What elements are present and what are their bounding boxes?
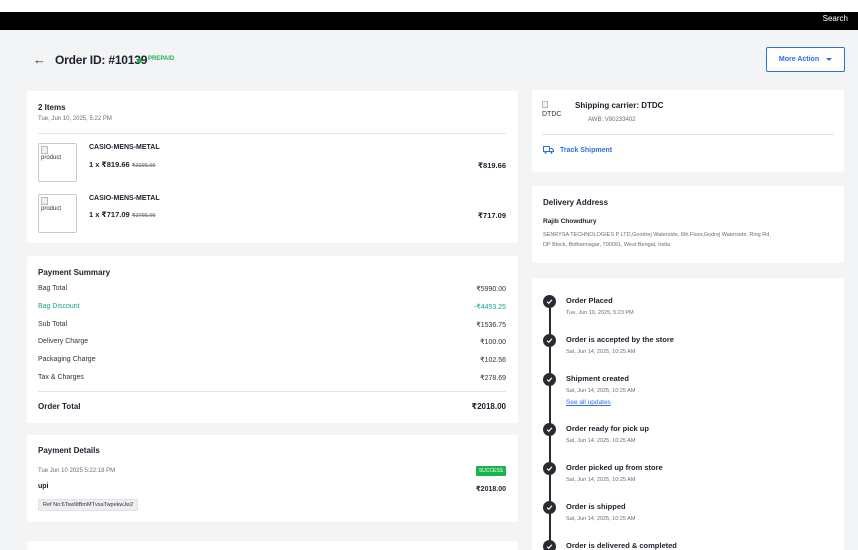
next-card (27, 541, 518, 550)
timeline-step-time: Sat, Jun 14, 2025, 10:25 AM (566, 516, 636, 522)
check-icon (543, 373, 556, 386)
product-mrp: ₹3195.00 (131, 163, 156, 169)
timeline-step-title: Order is shipped (566, 502, 626, 511)
address-line-1: SENRYSA TECHNOLOGIES P LTD,Goodrej Water… (543, 232, 771, 238)
product-total: ₹819.66 (477, 161, 506, 170)
divider (38, 133, 506, 134)
summary-row-value: ₹5990.00 (476, 286, 506, 293)
back-arrow-icon[interactable]: ← (33, 52, 46, 67)
truck-icon (543, 146, 554, 154)
summary-row-label: Sub Total (38, 321, 68, 328)
prepaid-dot-icon (137, 58, 142, 63)
top-bar: Search (0, 12, 858, 30)
timeline-step-title: Order Placed (566, 296, 613, 305)
payment-status-badge: PREPAID (148, 56, 175, 62)
product-image: product (38, 143, 77, 182)
product-total: ₹717.09 (477, 211, 506, 220)
awb-number: AWB: V80233402 (588, 117, 636, 123)
search-link[interactable]: Search (823, 14, 848, 23)
product-qty-price: 1 x ₹717.09 ₹2795.00 (89, 210, 155, 219)
timeline-step-time: Tue, Jun 10, 2025, 5:23 PM (566, 310, 634, 316)
check-icon (543, 295, 556, 308)
shipping-card: DTDC Shipping carrier: DTDC AWB: V802334… (532, 90, 844, 172)
payment-status-badge: SUCCESS (475, 466, 506, 476)
timeline-step-time: Sat, Jun 14, 2025, 10:25 AM (566, 388, 636, 394)
payment-details-title: Payment Details (38, 446, 100, 455)
carrier-logo: DTDC (542, 101, 566, 123)
product-image-alt: product (41, 206, 62, 212)
timeline-step-title: Order is delivered & completed (566, 541, 677, 550)
timeline-step-title: Order ready for pick up (566, 424, 649, 433)
broken-image-icon (41, 197, 48, 205)
payment-amount: ₹2018.00 (475, 486, 506, 493)
divider (38, 391, 506, 392)
summary-row-label-discount: Bag Discount (38, 303, 80, 310)
timeline-step-time: Sat, Jun 14, 2025, 10:25 AM (566, 438, 636, 444)
timeline-step-title: Shipment created (566, 374, 629, 383)
timeline-step-time: Sat, Jun 14, 2025, 10:25 AM (566, 349, 636, 355)
summary-row-value: ₹102.56 (480, 357, 506, 364)
items-card: 2 Items Tue, Jun 10, 2025, 5:22 PM produ… (27, 91, 518, 243)
qty-price: 1 x ₹819.66 (89, 160, 130, 169)
delivery-address-title: Delivery Address (543, 198, 609, 207)
summary-row-value: ₹278.69 (480, 375, 506, 382)
items-date: Tue, Jun 10, 2025, 5:22 PM (38, 116, 112, 122)
payment-summary-title: Payment Summary (38, 268, 111, 277)
product-image-alt: product (41, 155, 62, 161)
check-icon (543, 423, 556, 436)
summary-row-value-discount: -₹4453.25 (473, 304, 506, 311)
items-count: 2 Items (38, 103, 66, 112)
delivery-address-card: Delivery Address Rajib Chowdhury SENRYSA… (532, 186, 844, 263)
summary-row-value: ₹1536.75 (476, 322, 506, 329)
broken-image-icon (542, 101, 548, 108)
payment-method: upi (38, 483, 49, 490)
summary-row-label: Packaging Charge (38, 356, 96, 363)
order-id-title: Order ID: #10139 (55, 53, 148, 67)
payment-date: Tue Jun 10 2025 5:22:18 PM (38, 468, 116, 474)
timeline-step-title: Order is accepted by the store (566, 335, 674, 344)
order-total-label: Order Total (38, 402, 81, 411)
product-qty-price: 1 x ₹819.66 ₹3195.00 (89, 160, 155, 169)
check-icon (543, 462, 556, 475)
check-icon (543, 334, 556, 347)
summary-row-label: Delivery Charge (38, 338, 89, 345)
carrier-logo-alt: DTDC (542, 111, 562, 118)
more-action-button[interactable]: More Action (766, 47, 845, 72)
summary-row-value: ₹100.00 (480, 339, 506, 346)
qty-price: 1 x ₹717.09 (89, 210, 130, 219)
product-mrp: ₹2795.00 (131, 213, 156, 219)
order-header: ← Order ID: #10139 PREPAID More Action (0, 30, 858, 90)
payment-summary-card: Payment Summary Bag Total ₹5990.00 Bag D… (27, 256, 518, 423)
order-total-value: ₹2018.00 (471, 402, 506, 411)
product-name[interactable]: CASIO-MENS-METAL (89, 144, 160, 151)
check-icon (543, 501, 556, 514)
address-line-2: DP Block, Bidhannagar, 700091, West Beng… (543, 242, 670, 248)
see-all-updates-link[interactable]: See all updates (566, 399, 611, 406)
summary-row-label: Tax & Charges (38, 374, 84, 381)
payment-details-card: Payment Details Tue Jun 10 2025 5:22:18 … (27, 435, 518, 522)
product-name[interactable]: CASIO-MENS-METAL (89, 195, 160, 202)
timeline-step-time: Sat, Jun 14, 2025, 10:25 AM (566, 477, 636, 483)
track-shipment-label: Track Shipment (560, 146, 613, 154)
more-action-label: More Action (778, 56, 820, 63)
payment-ref-number: Ref No:6Tsw9tBmMTvsaTwpekwJw2 (38, 499, 139, 511)
shipping-carrier: Shipping carrier: DTDC (575, 101, 664, 110)
divider (542, 134, 834, 135)
chevron-down-icon (826, 58, 833, 61)
recipient-name: Rajib Chowdhury (543, 218, 597, 225)
timeline-step-title: Order picked up from store (566, 463, 663, 472)
product-image: product (38, 194, 77, 233)
track-shipment-link[interactable]: Track Shipment (543, 146, 612, 154)
summary-row-label: Bag Total (38, 285, 68, 292)
top-gap (0, 0, 858, 12)
broken-image-icon (41, 146, 48, 154)
check-icon (543, 540, 556, 550)
